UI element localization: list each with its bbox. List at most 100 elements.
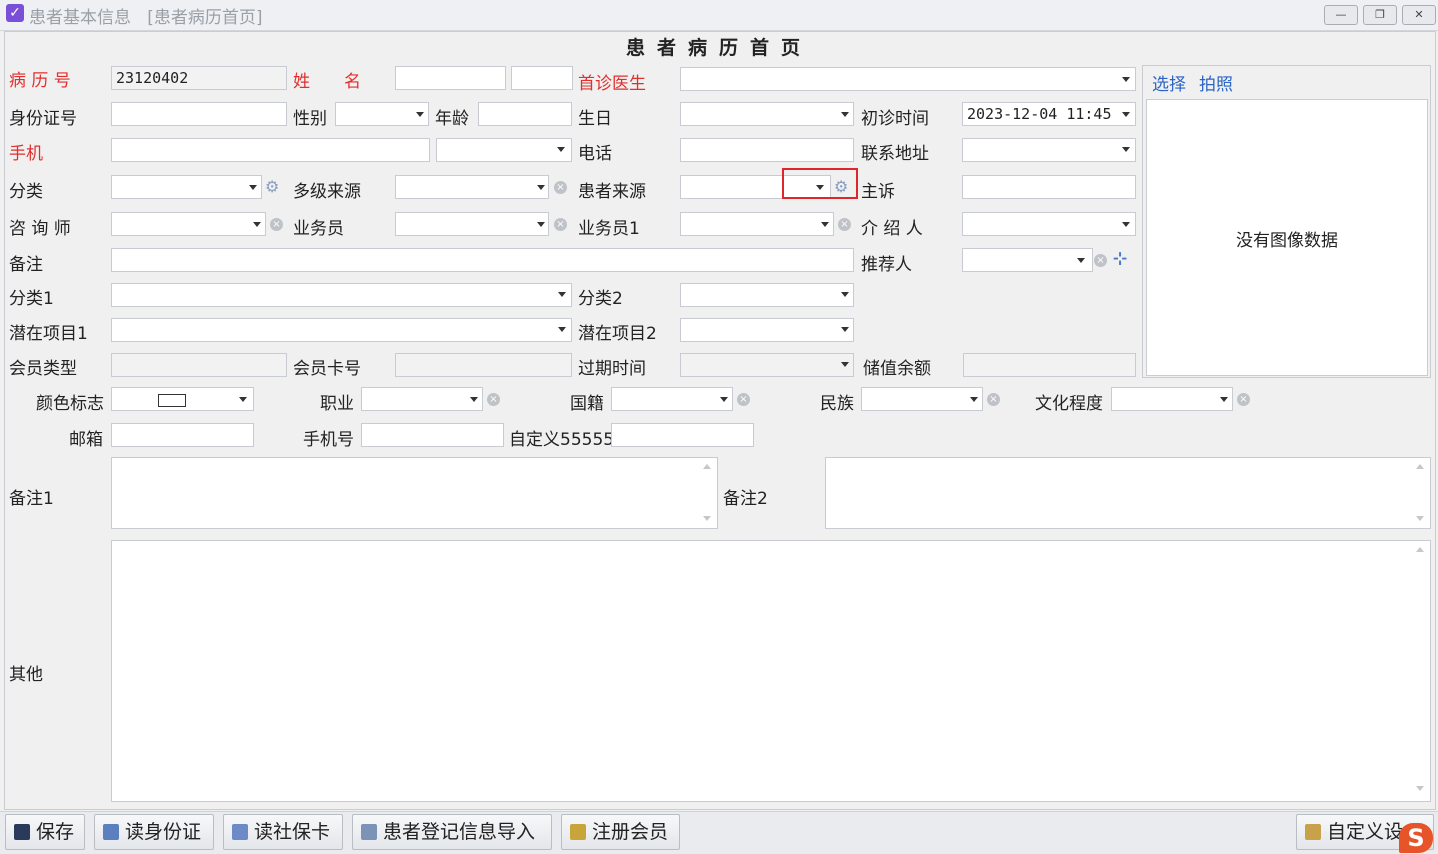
category-select[interactable] [111,175,262,199]
chevron-down-icon[interactable] [557,147,565,152]
other-scrollbar[interactable] [1413,541,1427,801]
first-doctor-select[interactable] [680,67,1136,91]
remark2-scrollbar[interactable] [1413,458,1427,528]
scroll-up-icon[interactable] [703,464,711,469]
remark2-textarea[interactable] [825,457,1431,529]
close-button[interactable]: ✕ [1402,5,1436,25]
chevron-down-icon[interactable] [239,397,247,402]
chevron-down-icon[interactable] [537,222,545,227]
minimize-button[interactable]: — [1324,5,1358,25]
member-type-field[interactable] [111,353,287,377]
chevron-down-icon[interactable] [720,397,728,402]
id-number-field[interactable] [111,102,287,126]
remark1-textarea[interactable] [111,457,718,529]
chevron-down-icon[interactable] [1077,258,1085,263]
chevron-down-icon[interactable] [416,112,424,117]
chevron-down-icon[interactable] [1122,147,1130,152]
save-button[interactable]: 保存 [5,814,85,850]
gear-icon[interactable]: ⚙ [265,178,279,196]
balance-field[interactable] [963,353,1136,377]
chevron-down-icon[interactable] [841,362,849,367]
other-textarea[interactable] [111,540,1431,802]
read-social-card-button[interactable]: 读社保卡 [223,814,343,850]
window-tab[interactable]: [患者病历首页] [147,8,262,28]
address-select[interactable] [962,138,1136,162]
photo-capture-link[interactable]: 拍照 [1199,70,1233,95]
scroll-down-icon[interactable] [703,516,711,521]
remark-field[interactable] [111,248,854,272]
member-card-field[interactable] [395,353,572,377]
scroll-up-icon[interactable] [1416,547,1424,552]
first-visit-time-label: 初诊时间 [861,109,929,129]
scroll-down-icon[interactable] [1416,516,1424,521]
chevron-down-icon[interactable] [470,397,478,402]
chevron-down-icon[interactable] [558,327,566,332]
chevron-down-icon[interactable] [253,222,261,227]
name-field[interactable] [395,66,506,90]
read-id-card-button[interactable]: 读身份证 [94,814,214,850]
import-registration-button[interactable]: 患者登记信息导入 [352,814,552,850]
salesman-select[interactable] [395,212,549,236]
clear-circle-icon[interactable]: × [554,218,567,231]
register-member-button[interactable]: 注册会员 [561,814,680,850]
case-number-field[interactable]: 23120402 [111,66,287,90]
chevron-down-icon[interactable] [841,112,849,117]
chevron-down-icon[interactable] [249,185,257,190]
name-extra-field[interactable] [511,66,573,90]
clear-circle-icon[interactable]: × [1237,393,1250,406]
chevron-down-icon[interactable] [537,185,545,190]
scroll-up-icon[interactable] [1416,464,1424,469]
chevron-down-icon[interactable] [970,397,978,402]
photo-select-link[interactable]: 选择 [1152,70,1186,95]
multi-source-select[interactable] [395,175,549,199]
expire-time-select[interactable] [680,353,854,377]
case-number-label: 病 历 号 [9,71,71,91]
chevron-down-icon[interactable] [821,222,829,227]
mobile-field[interactable] [111,138,430,162]
potential2-label: 潜在项目2 [578,324,657,344]
remark1-scrollbar[interactable] [700,458,714,528]
potential1-label: 潜在项目1 [9,324,88,344]
potential2-select[interactable] [680,318,854,342]
first-visit-time-select[interactable]: 2023-12-04 11:45 [962,102,1136,126]
gender-select[interactable] [335,102,429,126]
clear-circle-icon[interactable]: × [487,393,500,406]
email-field[interactable] [111,423,254,447]
chevron-down-icon[interactable] [1122,222,1130,227]
clear-circle-icon[interactable]: × [1094,254,1107,267]
phone-field[interactable] [680,138,854,162]
education-select[interactable] [1111,387,1233,411]
mobile-type-select[interactable] [436,138,572,162]
occupation-select[interactable] [361,387,483,411]
complaint-field[interactable] [962,175,1136,199]
clear-circle-icon[interactable]: × [737,393,750,406]
chevron-down-icon[interactable] [841,292,849,297]
nationality-select[interactable] [611,387,733,411]
potential1-select[interactable] [111,318,572,342]
category1-select[interactable] [111,283,572,307]
clear-circle-icon[interactable]: × [554,181,567,194]
restore-button[interactable]: ❐ [1363,5,1397,25]
chevron-down-icon[interactable] [1220,397,1228,402]
ethnicity-select[interactable] [861,387,983,411]
scroll-down-icon[interactable] [1416,786,1424,791]
chevron-down-icon[interactable] [558,292,566,297]
consultant-select[interactable] [111,212,266,236]
chevron-down-icon[interactable] [1122,112,1130,117]
clear-circle-icon[interactable]: × [270,218,283,231]
chevron-down-icon[interactable] [1122,77,1130,82]
checkbox-icon[interactable]: ✓ [6,4,24,22]
salesman1-select[interactable] [680,212,834,236]
clear-circle-icon[interactable]: × [987,393,1000,406]
age-field[interactable] [478,102,572,126]
clear-circle-icon[interactable]: × [838,218,851,231]
mobile-no-field[interactable] [361,423,504,447]
category2-select[interactable] [680,283,854,307]
introducer-select[interactable] [962,212,1136,236]
referrer-select[interactable] [962,248,1093,272]
plus-icon[interactable]: ⊹ [1113,250,1127,268]
ethnicity-label: 民族 [820,394,854,414]
chevron-down-icon[interactable] [841,327,849,332]
birthday-select[interactable] [680,102,854,126]
custom55555-field[interactable] [611,423,754,447]
